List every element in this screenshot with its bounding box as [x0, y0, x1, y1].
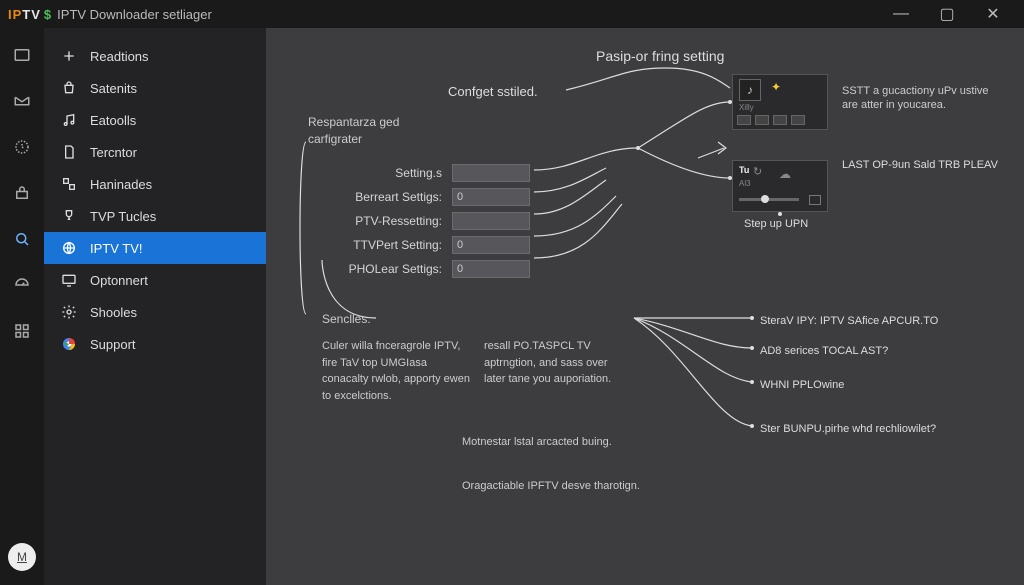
setting-label: PHOLear Settigs:: [322, 262, 452, 276]
apps-icon[interactable]: [13, 322, 31, 340]
gear-icon: [60, 303, 78, 321]
sidebar-item-label: Eatoolls: [90, 113, 136, 128]
note-item: AD8 serices TOCAL AST?: [760, 344, 960, 358]
setting-input[interactable]: [452, 188, 530, 206]
progress-bar[interactable]: [739, 198, 799, 201]
note-item: SteraV IPY: IPTV SAfice APCUR.TO: [760, 314, 960, 328]
setting-input[interactable]: [452, 212, 530, 230]
caption-sstt: SSTT a gucactiony uPv ustive are atter i…: [842, 84, 1002, 113]
caption-step: Step up UPN: [744, 218, 808, 230]
setting-label: TTVPert Setting:: [322, 238, 452, 252]
mail-icon[interactable]: [13, 92, 31, 110]
sidebar-item-shooles[interactable]: Shooles: [44, 296, 266, 328]
close-button[interactable]: ✕: [970, 0, 1016, 28]
maximize-button[interactable]: ▢: [924, 0, 970, 28]
note-item: WHNI PPLOwine: [760, 378, 960, 392]
plus-icon: [60, 47, 78, 65]
sidebar-item-label: Tercntor: [90, 145, 137, 160]
preview-sub-label: Xilly: [739, 103, 754, 112]
setting-input[interactable]: [452, 164, 530, 182]
brand-logo: IPTV: [8, 7, 41, 22]
setting-label: PTV-Ressetting:: [322, 214, 452, 228]
dashboard-icon[interactable]: [13, 276, 31, 294]
sidebar-item-label: Shooles: [90, 305, 137, 320]
search-icon[interactable]: [13, 230, 31, 248]
sidebar-item-label: TVP Tucles: [90, 209, 156, 224]
titlebar: IPTV $ IPTV Downloader setliager — ▢ ✕: [0, 0, 1024, 28]
music-icon: [60, 111, 78, 129]
sidebar-item-tercntor[interactable]: Tercntor: [44, 136, 266, 168]
chrome-icon: [60, 335, 78, 353]
setting-row: Setting.s: [322, 162, 572, 184]
preview-thumb-icon: ♪: [739, 79, 761, 101]
sidebar-item-label: Haninades: [90, 177, 152, 192]
sidebar-item-eatoolls[interactable]: Eatoolls: [44, 104, 266, 136]
caption-last: LAST OP-9un Sald TRB PLEAV: [842, 158, 1002, 172]
page-title: Pasip-or fring setting: [596, 48, 724, 64]
preview-panel-1: ♪ ✦ Xilly: [732, 74, 828, 130]
sidebar-item-label: Readtions: [90, 49, 149, 64]
sidebar-item-satenits[interactable]: Satenits: [44, 72, 266, 104]
sidebar-item-iptvtv[interactable]: IPTV TV!: [44, 232, 266, 264]
setting-row: TTVPert Setting:: [322, 234, 572, 256]
section-label: Respantarza ged carfigrater: [308, 114, 428, 148]
sencles-label: Senclles.: [322, 312, 371, 326]
brand-dollar-icon: $: [44, 7, 51, 22]
globe-icon: [60, 239, 78, 257]
refresh-icon: ↻: [753, 165, 762, 178]
config-subtitle: Confget sstiled.: [448, 84, 538, 99]
page-icon: [60, 143, 78, 161]
sidebar-item-label: Satenits: [90, 81, 137, 96]
window-title: IPTV Downloader setliager: [57, 7, 212, 22]
setting-row: Berreart Settigs:: [322, 186, 572, 208]
avatar[interactable]: M: [8, 543, 36, 571]
note-item: Ster BUNPU.pirhe whd rechliowilet?: [760, 422, 960, 436]
preview-line-label: Al3: [739, 179, 751, 188]
description-text-1: Culer willa fnceragrole IPTV, fire TaV t…: [322, 338, 632, 404]
main-panel: Pasip-or fring setting Confget sstiled. …: [266, 28, 1024, 585]
nav-rail: M: [0, 28, 44, 585]
minimize-button[interactable]: —: [878, 0, 924, 28]
sidebar-item-readtions[interactable]: Readtions: [44, 40, 266, 72]
sidebar-item-tvptucles[interactable]: TVP Tucles: [44, 200, 266, 232]
settings-group: Setting.s Berreart Settigs: PTV-Ressetti…: [322, 162, 572, 282]
cloud-icon: ☁: [779, 167, 791, 181]
sidebar-item-optonnert[interactable]: Optonnert: [44, 264, 266, 296]
setting-input[interactable]: [452, 260, 530, 278]
setting-label: Berreart Settigs:: [322, 190, 452, 204]
setting-label: Setting.s: [322, 166, 452, 180]
library-icon[interactable]: [13, 184, 31, 202]
setting-input[interactable]: [452, 236, 530, 254]
setting-row: PHOLear Settigs:: [322, 258, 572, 280]
history-icon[interactable]: [13, 138, 31, 156]
trophy-icon: [60, 207, 78, 225]
sidebar-item-label: Optonnert: [90, 273, 148, 288]
preview-panel-2: Tu ↻ ☁ Al3: [732, 160, 828, 212]
description-text-2: Motnestar lstal arcacted buing.: [462, 434, 642, 451]
sidebar-item-label: IPTV TV!: [90, 241, 143, 256]
tile-icon: [60, 175, 78, 193]
description-text-3: Oragactiable IPFTV desve tharotign.: [462, 478, 642, 495]
sidebar-item-label: Support: [90, 337, 136, 352]
monitor-icon: [60, 271, 78, 289]
sidebar-item-haninades[interactable]: Haninades: [44, 168, 266, 200]
sidebar-item-support[interactable]: Support: [44, 328, 266, 360]
star-icon: ✦: [771, 80, 781, 94]
sidebar: Readtions Satenits Eatoolls Tercntor Han…: [44, 28, 266, 585]
browse-icon[interactable]: [13, 46, 31, 64]
preview-tu-label: Tu: [739, 165, 749, 175]
preview-end-box: [809, 195, 821, 205]
bag-icon: [60, 79, 78, 97]
setting-row: PTV-Ressetting:: [322, 210, 572, 232]
